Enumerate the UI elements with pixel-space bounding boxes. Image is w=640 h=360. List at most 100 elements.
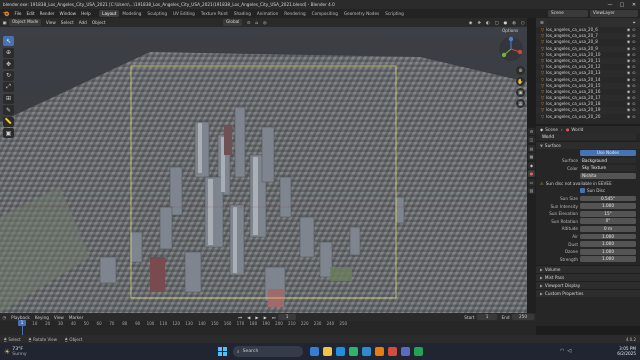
proportional-edit-icon[interactable]: ◎ bbox=[261, 20, 270, 25]
menu-view[interactable]: View bbox=[43, 20, 58, 25]
jump-end-icon[interactable]: ⏭ bbox=[269, 315, 278, 320]
viewport-display-panel-header[interactable]: ▶ Viewport Display bbox=[536, 281, 640, 290]
mist-pass-panel-header[interactable]: ▶ Mist Pass bbox=[536, 273, 640, 282]
app-icon[interactable] bbox=[388, 347, 397, 356]
blender-taskbar-icon[interactable] bbox=[375, 347, 384, 356]
weather-widget[interactable]: ☀ 73°F Sunny bbox=[4, 346, 27, 357]
menu-object[interactable]: Object bbox=[89, 20, 108, 25]
taskbar-search[interactable]: ⌕ Search bbox=[233, 346, 303, 357]
play-icon[interactable]: ▶ bbox=[253, 315, 261, 320]
outliner-search-input[interactable] bbox=[547, 19, 600, 26]
strength-field[interactable]: 1.000 bbox=[580, 256, 636, 263]
property-value-field[interactable]: 1.000 bbox=[580, 233, 636, 240]
tab-rendering[interactable]: Rendering bbox=[281, 10, 308, 17]
scale-tool-icon[interactable]: ⤢ bbox=[3, 82, 14, 92]
app-icon-3[interactable] bbox=[414, 347, 423, 356]
tab-scripting[interactable]: Scripting bbox=[382, 10, 407, 17]
tab-layout[interactable]: Layout bbox=[99, 10, 120, 17]
end-frame-field[interactable]: 250 bbox=[512, 313, 534, 321]
outliner-item[interactable]: ▽ los_angeles_ca_usa_20_20 ◉⊙ bbox=[536, 114, 640, 120]
tab-sculpting[interactable]: Sculpting bbox=[144, 10, 170, 17]
view-layer-selector[interactable]: ViewLayer bbox=[590, 10, 638, 17]
start-frame-field[interactable]: 1 bbox=[477, 313, 498, 321]
pivot-icon[interactable]: ⊙ bbox=[244, 20, 253, 25]
surface-shader-field[interactable]: Background bbox=[580, 157, 636, 164]
editor-type-icon[interactable]: ▣ bbox=[0, 20, 9, 25]
3d-viewport[interactable] bbox=[0, 27, 527, 313]
menu-add[interactable]: Add bbox=[76, 20, 89, 25]
tab-texture-paint[interactable]: Texture Paint bbox=[198, 10, 231, 17]
output-tab-icon[interactable]: ▤ bbox=[528, 144, 535, 152]
minimize-button[interactable]: — bbox=[604, 2, 616, 8]
jump-start-icon[interactable]: ⏮ bbox=[236, 315, 245, 320]
tab-geometry-nodes[interactable]: Geometry Nodes bbox=[341, 10, 382, 17]
shading-material-icon[interactable]: ◍ bbox=[510, 20, 519, 25]
current-frame-field[interactable]: 1 bbox=[278, 313, 297, 321]
timeline-menu-playback[interactable]: Playback bbox=[9, 315, 33, 320]
timeline-menu-marker[interactable]: Marker bbox=[66, 315, 85, 320]
overlay-icon[interactable]: ◐ bbox=[483, 20, 492, 25]
start-button[interactable] bbox=[218, 347, 227, 356]
outliner-filter-icon[interactable]: ☰ bbox=[540, 20, 544, 25]
property-value-field[interactable]: 0.545° bbox=[580, 195, 636, 202]
perspective-icon[interactable]: ▦ bbox=[516, 99, 525, 108]
timeline-editor-icon[interactable]: ◷ bbox=[0, 315, 9, 320]
render-tab-icon[interactable]: ◫ bbox=[528, 136, 535, 143]
select-box-tool-icon[interactable]: ↖ bbox=[3, 36, 14, 46]
world-datablock-field[interactable]: World bbox=[540, 134, 636, 141]
volume-icon[interactable]: ◁ bbox=[567, 348, 571, 354]
viewport-options[interactable]: Options bbox=[502, 28, 518, 33]
menu-window[interactable]: Window bbox=[57, 11, 79, 16]
scene-selector[interactable]: Scene bbox=[548, 10, 588, 17]
volume-panel-header[interactable]: ▶ Volume bbox=[536, 265, 640, 274]
file-explorer-icon[interactable] bbox=[323, 347, 332, 356]
view-layer-tab-icon[interactable]: ▦ bbox=[528, 153, 535, 160]
transform-tool-icon[interactable]: ⊞ bbox=[3, 93, 14, 104]
tab-shading[interactable]: Shading bbox=[231, 10, 254, 17]
zoom-icon[interactable]: ⊕ bbox=[516, 66, 525, 75]
navigation-gizmo[interactable] bbox=[498, 36, 524, 62]
app-icon-2[interactable] bbox=[401, 347, 410, 356]
blender-logo-icon[interactable] bbox=[2, 10, 10, 17]
property-value-field[interactable]: 0 m bbox=[580, 226, 636, 232]
tab-animation[interactable]: Animation bbox=[254, 10, 281, 17]
property-value-field[interactable]: 15° bbox=[580, 210, 636, 217]
tool-tab-icon[interactable]: ⚙ bbox=[528, 127, 535, 135]
tab-compositing[interactable]: Compositing bbox=[309, 10, 341, 17]
snap-icon[interactable]: ⌂ bbox=[253, 20, 261, 25]
sun-disc-checkbox[interactable] bbox=[580, 188, 585, 194]
cursor-tool-icon[interactable]: ⊕ bbox=[3, 47, 14, 58]
chrome-icon[interactable] bbox=[349, 347, 358, 356]
camera-icon[interactable]: ▣ bbox=[516, 88, 525, 97]
tab-uv-editing[interactable]: UV Editing bbox=[170, 10, 198, 17]
world-tab-icon[interactable]: ● bbox=[528, 170, 535, 177]
gizmo-icon[interactable]: ✥ bbox=[475, 20, 484, 25]
menu-file[interactable]: File bbox=[12, 11, 24, 16]
collection-tab-icon[interactable]: ▭ bbox=[528, 178, 535, 186]
annotate-tool-icon[interactable]: ✎ bbox=[3, 105, 14, 115]
measure-tool-icon[interactable]: 📏 bbox=[3, 116, 14, 127]
menu-edit[interactable]: Edit bbox=[24, 11, 37, 16]
maximize-button[interactable]: □ bbox=[616, 2, 628, 8]
property-value-field[interactable]: 0° bbox=[580, 218, 636, 225]
property-value-field[interactable]: 1.000 bbox=[580, 241, 636, 247]
visibility-icon[interactable]: ◉ bbox=[466, 20, 475, 25]
next-keyframe-icon[interactable]: ▶ bbox=[261, 315, 269, 320]
wifi-icon[interactable]: ◠ bbox=[560, 348, 564, 354]
clock[interactable]: 3:05 PM 6/2/2025 bbox=[598, 346, 636, 356]
color-texture-field[interactable]: Sky Texture bbox=[580, 165, 636, 172]
xray-icon[interactable]: ▢ bbox=[492, 20, 501, 25]
close-button[interactable]: ✕ bbox=[628, 2, 640, 8]
store-icon[interactable] bbox=[362, 347, 371, 356]
move-tool-icon[interactable]: ✥ bbox=[3, 59, 14, 69]
filter-icon[interactable]: ⏷ bbox=[633, 20, 640, 25]
menu-help[interactable]: Help bbox=[79, 11, 94, 16]
visibility-toggle-icons[interactable]: ◉⊙ bbox=[627, 114, 640, 120]
timeline-menu-view[interactable]: View bbox=[51, 315, 66, 320]
pan-icon[interactable]: ✋ bbox=[516, 77, 525, 86]
add-cube-tool-icon[interactable]: ▣ bbox=[3, 128, 14, 138]
task-view-icon[interactable] bbox=[310, 347, 319, 356]
property-value-field[interactable]: 1.000 bbox=[580, 248, 636, 255]
timeline-menu-keying[interactable]: Keying bbox=[32, 315, 51, 320]
prev-keyframe-icon[interactable]: ◀ bbox=[245, 315, 253, 320]
